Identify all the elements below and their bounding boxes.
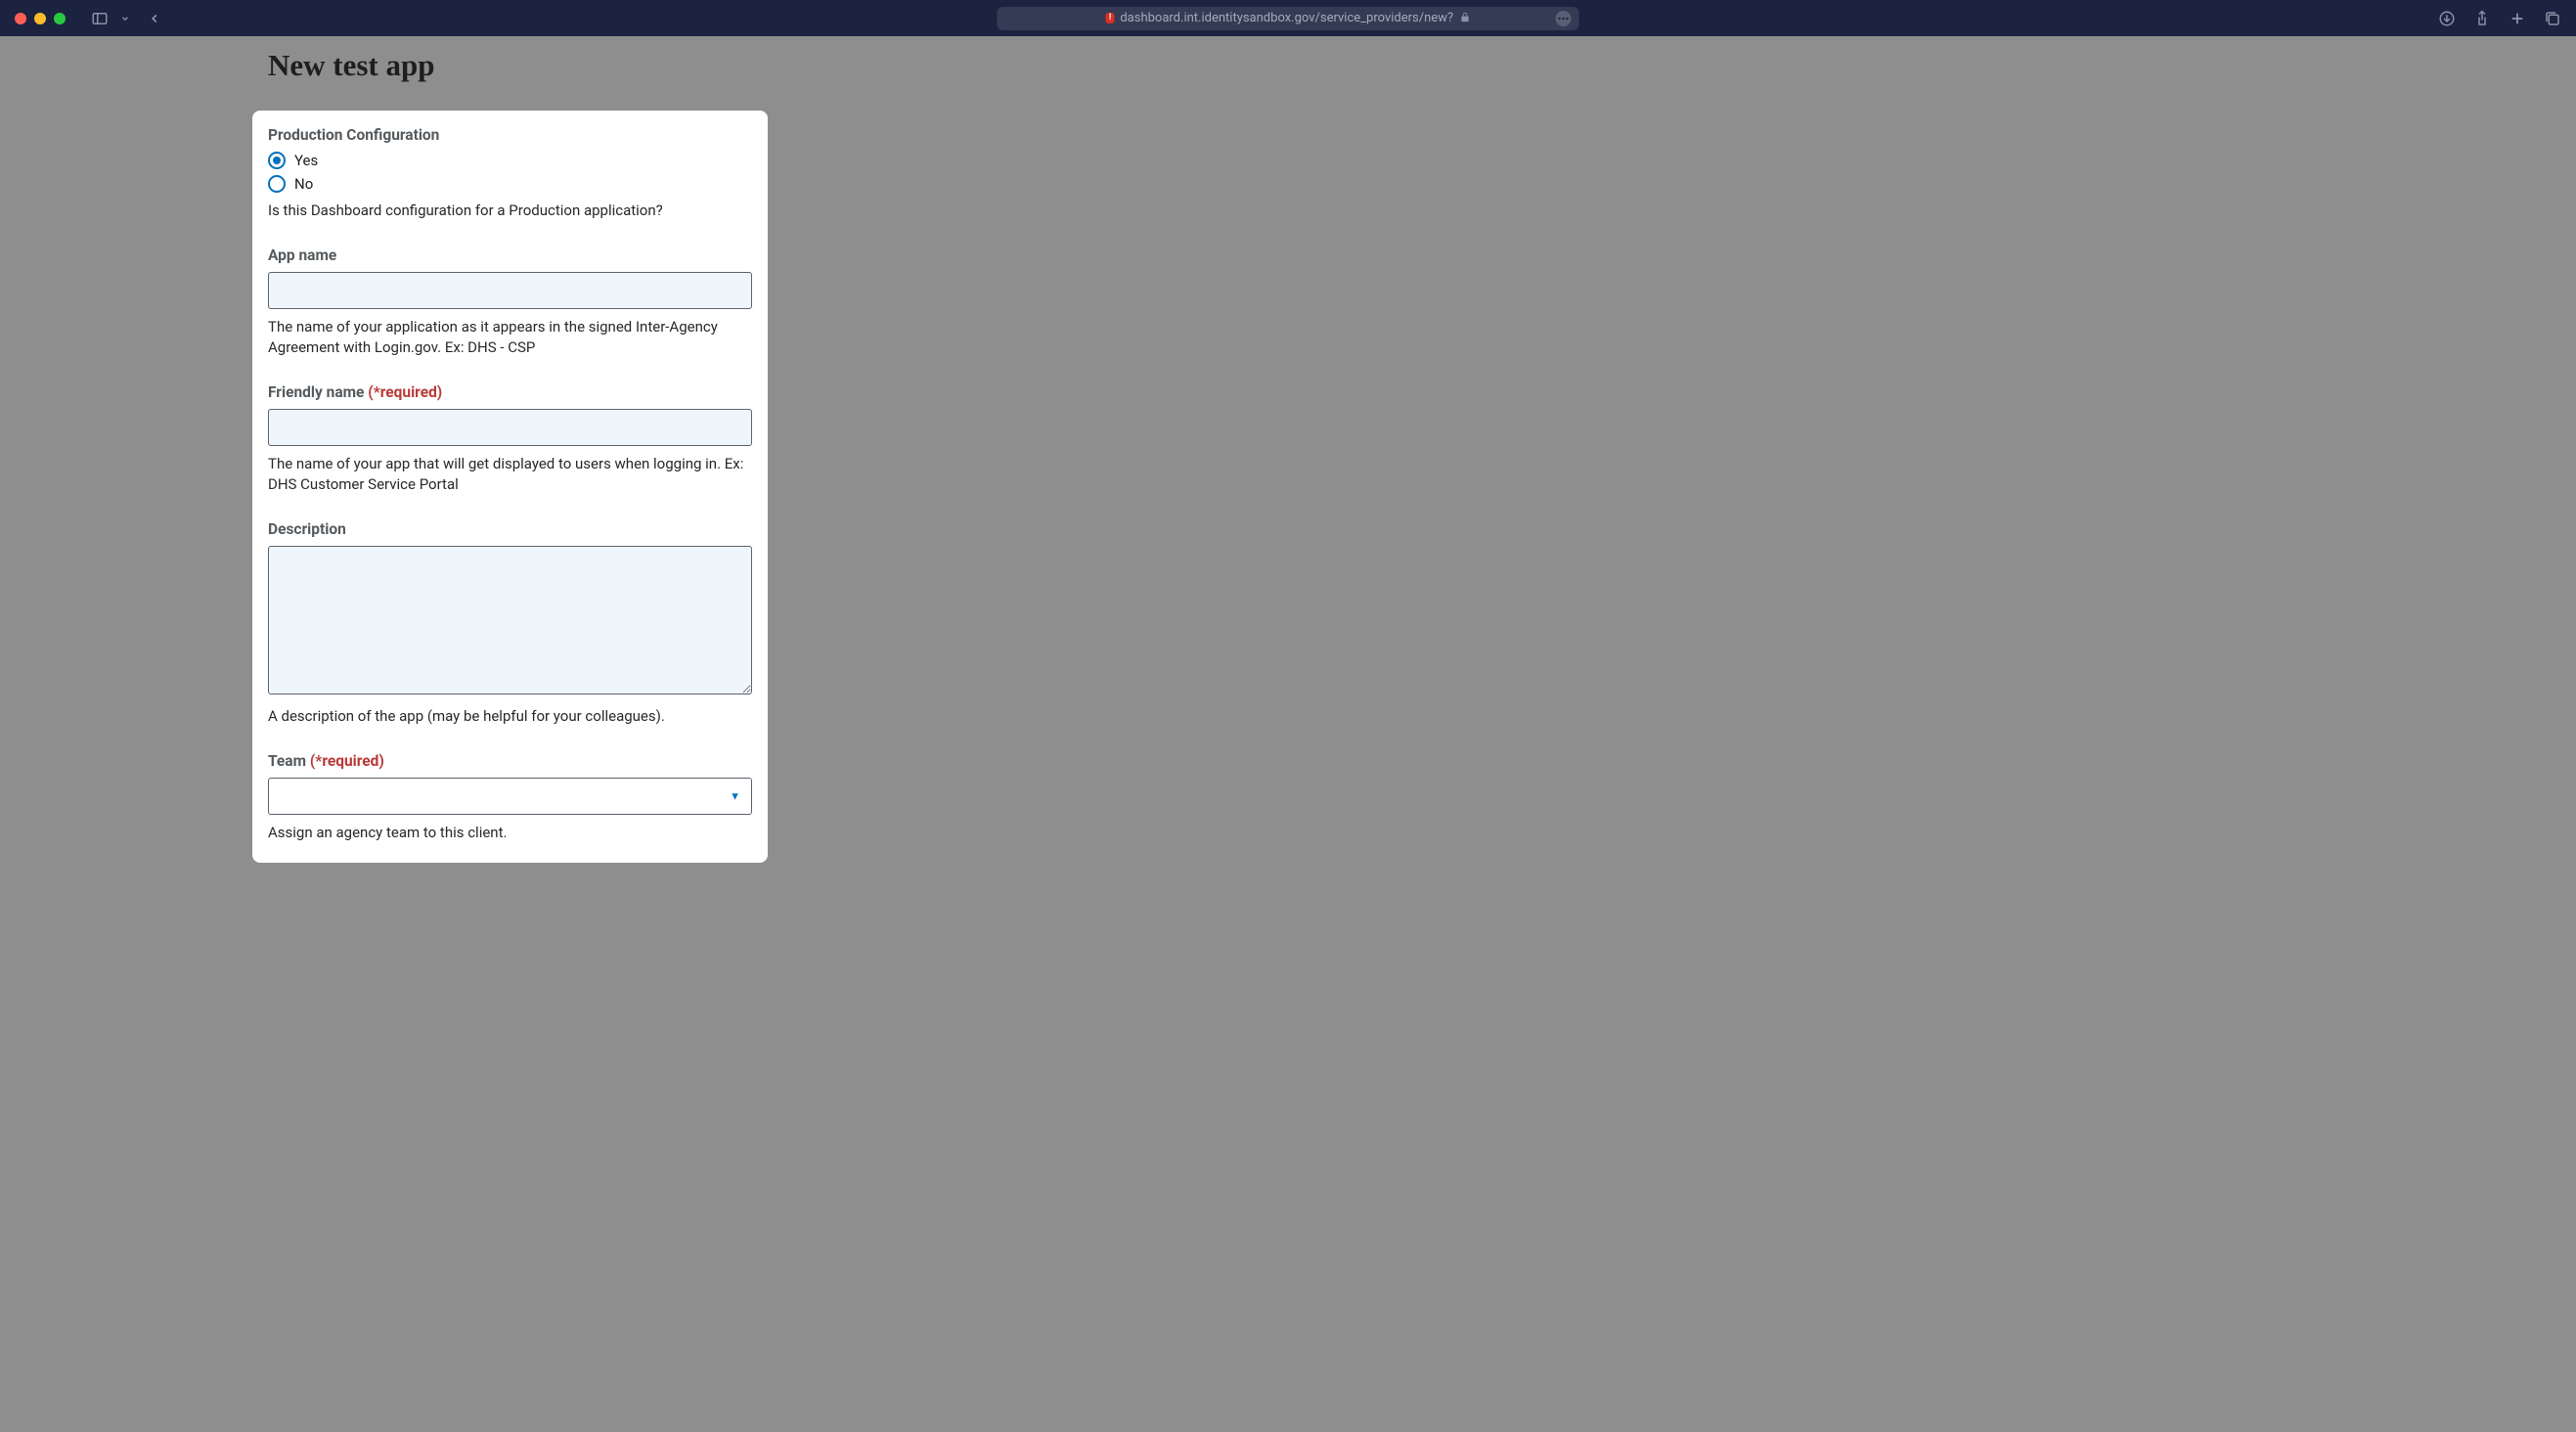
sidebar-toggle-icon[interactable] — [91, 10, 109, 27]
radio-production-yes[interactable]: Yes — [268, 152, 752, 169]
production-config-label: Production Configuration — [268, 126, 752, 144]
team-help: Assign an agency team to this client. — [268, 823, 752, 843]
friendly-name-label-text: Friendly name — [268, 383, 364, 401]
share-icon[interactable] — [2473, 10, 2491, 27]
description-label: Description — [268, 520, 752, 538]
toolbar-left-controls — [91, 10, 161, 27]
required-indicator: (*required) — [368, 383, 442, 401]
app-name-input[interactable] — [268, 272, 752, 309]
field-team: Team (*required) ▼ Assign an agency team… — [268, 752, 752, 843]
radio-production-no[interactable]: No — [268, 175, 752, 193]
app-name-label: App name — [268, 246, 752, 264]
page-content: New test app Production Configuration Ye… — [0, 36, 2576, 902]
fullscreen-window-button[interactable] — [54, 13, 66, 24]
friendly-name-input[interactable] — [268, 409, 752, 446]
back-button[interactable] — [148, 12, 161, 25]
production-config-help: Is this Dashboard configuration for a Pr… — [268, 201, 752, 221]
radio-label-yes: Yes — [294, 152, 318, 169]
toolbar-right-controls — [2438, 10, 2561, 27]
downloads-icon[interactable] — [2438, 10, 2456, 27]
field-description: Description A description of the app (ma… — [268, 520, 752, 727]
window-controls — [15, 13, 66, 24]
team-select[interactable] — [268, 778, 752, 815]
address-bar[interactable]: ! dashboard.int.identitysandbox.gov/serv… — [998, 7, 1579, 30]
description-input[interactable] — [268, 546, 752, 694]
lock-icon — [1459, 12, 1470, 25]
chevron-down-icon[interactable] — [120, 14, 130, 23]
friendly-name-label: Friendly name (*required) — [268, 383, 752, 401]
friendly-name-help: The name of your app that will get displ… — [268, 454, 752, 495]
description-help: A description of the app (may be helpful… — [268, 706, 752, 727]
browser-toolbar: ! dashboard.int.identitysandbox.gov/serv… — [0, 0, 2576, 36]
tracker-badge-icon: ! — [1106, 13, 1114, 23]
radio-icon — [268, 175, 286, 193]
required-indicator: (*required) — [310, 752, 384, 770]
page-title: New test app — [268, 48, 2576, 83]
url-text: dashboard.int.identitysandbox.gov/servic… — [1120, 11, 1453, 25]
team-label: Team (*required) — [268, 752, 752, 770]
field-friendly-name: Friendly name (*required) The name of yo… — [268, 383, 752, 495]
field-production-configuration: Production Configuration Yes No Is this … — [268, 126, 752, 221]
tab-overview-icon[interactable] — [2544, 10, 2561, 27]
minimize-window-button[interactable] — [34, 13, 46, 24]
field-app-name: App name The name of your application as… — [268, 246, 752, 358]
team-label-text: Team — [268, 752, 306, 770]
page-settings-icon[interactable] — [1556, 11, 1572, 26]
new-tab-icon[interactable] — [2509, 10, 2526, 27]
app-name-help: The name of your application as it appea… — [268, 317, 752, 358]
radio-label-no: No — [294, 175, 313, 193]
form-card: Production Configuration Yes No Is this … — [252, 111, 768, 863]
radio-icon — [268, 152, 286, 169]
close-window-button[interactable] — [15, 13, 26, 24]
